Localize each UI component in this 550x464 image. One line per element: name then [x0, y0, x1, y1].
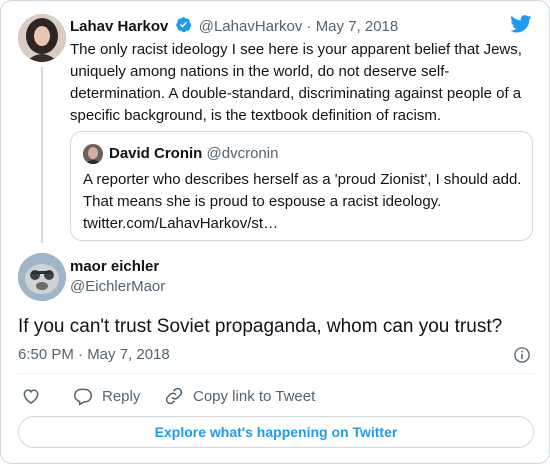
- actions-divider: [18, 373, 534, 374]
- main-tweet-text: If you can't trust Soviet propaganda, wh…: [18, 316, 503, 337]
- parent-tweet-date[interactable]: May 7, 2018: [316, 18, 399, 35]
- link-icon: [165, 387, 183, 405]
- quoted-tweet-text: A reporter who describes herself as a 'p…: [83, 171, 522, 232]
- copy-link-button[interactable]: Copy link to Tweet: [164, 385, 315, 407]
- main-author-name[interactable]: maor eichler: [70, 258, 159, 275]
- info-icon[interactable]: [513, 346, 531, 364]
- like-button[interactable]: [21, 385, 50, 407]
- verified-badge-icon: [175, 17, 191, 33]
- twitter-bird-icon[interactable]: [510, 15, 532, 33]
- main-tweet-timestamp[interactable]: 6:50 PM · May 7, 2018: [18, 346, 170, 363]
- reply-label: Reply: [102, 387, 141, 405]
- parent-author-avatar[interactable]: [18, 14, 66, 62]
- quoted-tweet-header: David Cronin @dvcronin: [109, 145, 278, 162]
- quoted-tweet[interactable]: David Cronin @dvcronin A reporter who de…: [70, 131, 533, 241]
- parent-author-name[interactable]: Lahav Harkov: [70, 18, 168, 35]
- quoted-author-avatar: [83, 144, 103, 164]
- thread-connector-line: [41, 67, 43, 243]
- parent-tweet-text: The only racist ideology I see here is y…: [70, 41, 522, 124]
- embedded-tweet-card: Lahav Harkov @LahavHarkov · May 7, 2018 …: [0, 0, 550, 464]
- explore-twitter-button[interactable]: Explore what's happening on Twitter: [18, 416, 534, 448]
- header-separator: ·: [306, 18, 312, 35]
- main-author-avatar[interactable]: [18, 253, 66, 301]
- parent-author-handle[interactable]: @LahavHarkov: [199, 18, 303, 35]
- parent-tweet-header: Lahav Harkov @LahavHarkov · May 7, 2018: [70, 16, 398, 35]
- quoted-author-name: David Cronin: [109, 145, 203, 162]
- reply-button[interactable]: Reply: [73, 385, 140, 407]
- copy-link-label: Copy link to Tweet: [193, 387, 316, 405]
- reply-bubble-icon: [73, 388, 93, 406]
- heart-icon: [23, 389, 39, 404]
- quoted-author-handle: @dvcronin: [206, 145, 279, 162]
- main-author-handle[interactable]: @EichlerMaor: [70, 278, 165, 295]
